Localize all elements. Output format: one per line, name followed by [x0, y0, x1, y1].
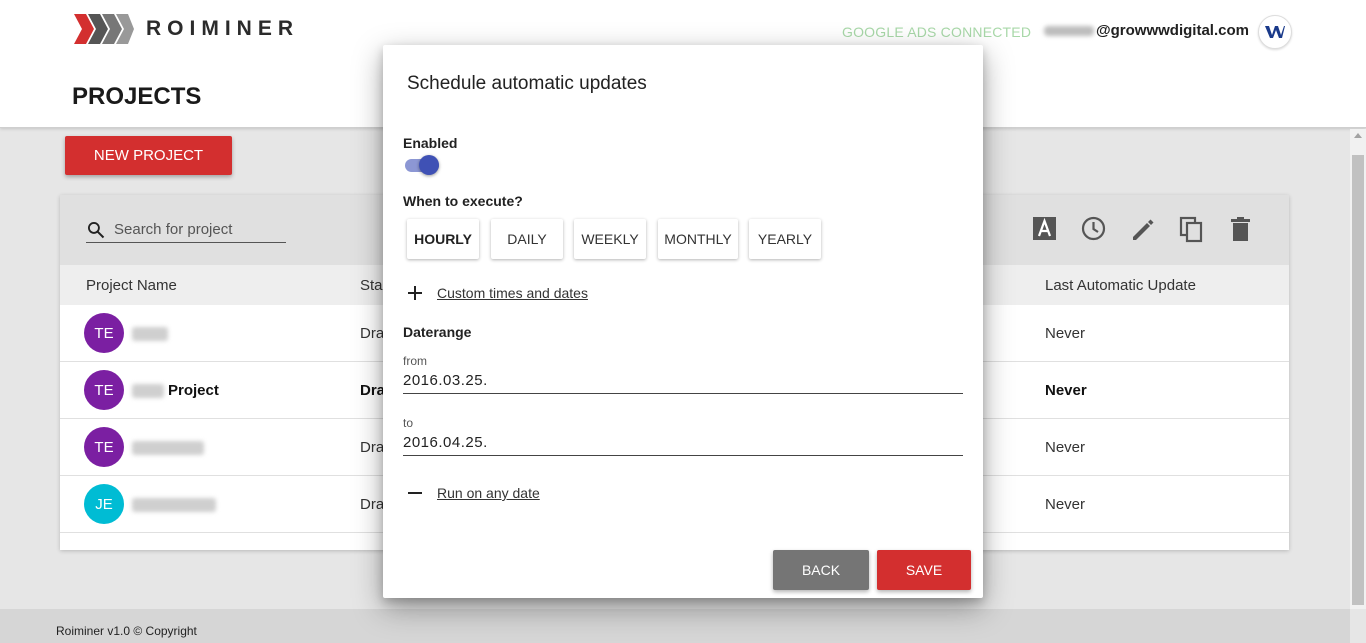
text-format-icon[interactable]: [1032, 215, 1057, 243]
brand-logo[interactable]: ROIMINER: [74, 14, 299, 44]
column-status[interactable]: Sta: [360, 277, 383, 294]
page-title: PROJECTS: [72, 83, 202, 110]
redacted-project-name: [132, 384, 164, 398]
delete-icon[interactable]: [1228, 215, 1253, 243]
frequency-monthly-button[interactable]: MONTHLY: [658, 219, 738, 259]
to-label: to: [403, 416, 414, 430]
search-placeholder: Search for project: [114, 221, 233, 238]
minus-icon: [408, 492, 422, 494]
plus-icon: [408, 286, 422, 300]
schedule-dialog: Schedule automatic updates Enabled When …: [383, 45, 983, 598]
scroll-up-icon[interactable]: [1354, 133, 1362, 138]
clock-icon[interactable]: [1081, 215, 1106, 243]
frequency-yearly-button[interactable]: YEARLY: [749, 219, 821, 259]
custom-times-text: Custom times and dates: [437, 285, 588, 301]
search-input[interactable]: Search for project: [86, 217, 286, 243]
from-value[interactable]: 2016.03.25.: [403, 372, 963, 394]
from-label: from: [403, 354, 427, 368]
brand-name: ROIMINER: [146, 17, 299, 40]
dialog-title: Schedule automatic updates: [407, 73, 647, 94]
project-avatar: JE: [84, 484, 124, 524]
save-button[interactable]: SAVE: [877, 550, 971, 590]
project-avatar: TE: [84, 370, 124, 410]
copy-icon[interactable]: [1179, 215, 1204, 243]
page-scrollbar[interactable]: [1350, 129, 1366, 609]
column-last-update[interactable]: Last Automatic Update: [1045, 277, 1196, 294]
enabled-toggle[interactable]: [403, 153, 441, 177]
project-avatar: TE: [84, 313, 124, 353]
project-status: Dra: [360, 439, 385, 456]
google-ads-status: GOOGLE ADS CONNECTED: [842, 24, 1032, 40]
daterange-label: Daterange: [403, 324, 472, 340]
date-to-field[interactable]: to 2016.04.25.: [403, 416, 963, 456]
project-status: Dra: [360, 496, 385, 513]
new-project-button[interactable]: NEW PROJECT: [65, 136, 232, 175]
toggle-knob: [419, 155, 439, 175]
date-from-field[interactable]: from 2016.03.25.: [403, 354, 963, 394]
run-any-date-text: Run on any date: [437, 485, 540, 501]
user-email[interactable]: @growwwdigital.com: [1044, 22, 1249, 39]
roiminer-logo-icon: [74, 14, 134, 44]
project-last-update: Never: [1045, 325, 1086, 342]
project-name: Project: [168, 382, 219, 399]
project-status: Dra: [360, 325, 385, 342]
redacted-project-name: [132, 498, 216, 512]
user-email-domain: @growwwdigital.com: [1096, 22, 1249, 39]
run-any-date-link[interactable]: Run on any date: [407, 485, 540, 501]
scroll-thumb[interactable]: [1352, 155, 1364, 605]
enabled-label: Enabled: [403, 135, 458, 151]
project-last-update: Never: [1045, 382, 1087, 399]
frequency-weekly-button[interactable]: WEEKLY: [574, 219, 646, 259]
company-avatar-icon[interactable]: [1258, 15, 1292, 49]
project-last-update: Never: [1045, 496, 1086, 513]
project-avatar: TE: [84, 427, 124, 467]
app-footer: Roiminer v1.0 © Copyright: [0, 609, 1350, 643]
edit-icon[interactable]: [1130, 215, 1155, 243]
project-status: Dra: [360, 382, 386, 399]
footer-copyright: Roiminer v1.0 © Copyright: [56, 624, 197, 638]
redacted-project-name: [132, 327, 168, 341]
frequency-daily-button[interactable]: DAILY: [491, 219, 563, 259]
column-project-name[interactable]: Project Name: [86, 277, 177, 294]
redacted-project-name: [132, 441, 204, 455]
search-icon: [88, 221, 105, 238]
when-to-execute-label: When to execute?: [403, 193, 523, 209]
back-button[interactable]: BACK: [773, 550, 869, 590]
project-last-update: Never: [1045, 439, 1086, 456]
to-value[interactable]: 2016.04.25.: [403, 434, 963, 456]
custom-times-link[interactable]: Custom times and dates: [407, 285, 588, 301]
frequency-hourly-button[interactable]: HOURLY: [407, 219, 479, 259]
redacted-username: [1044, 25, 1094, 36]
toolbar-icons: [1032, 215, 1253, 243]
